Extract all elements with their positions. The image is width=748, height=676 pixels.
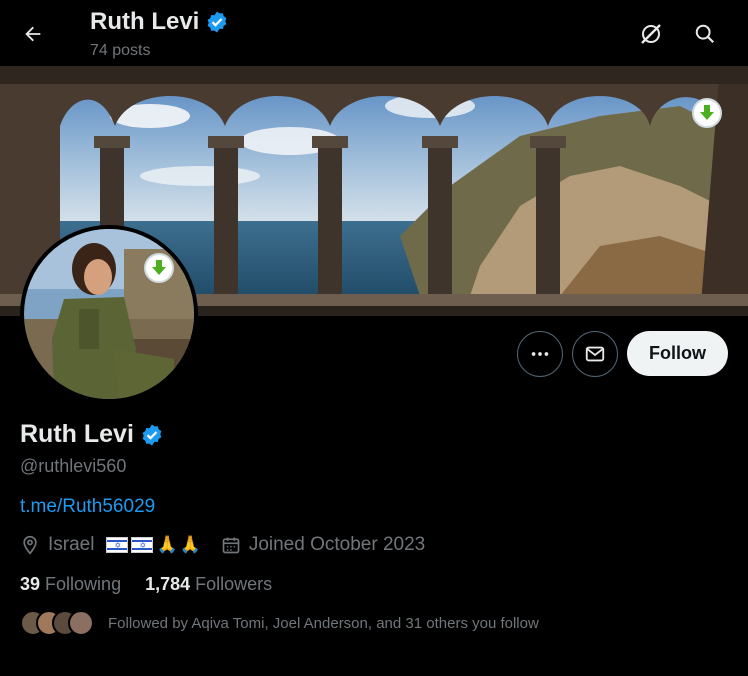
message-button[interactable] bbox=[572, 331, 618, 377]
grok-icon bbox=[641, 24, 661, 44]
search-icon bbox=[695, 24, 715, 44]
more-button[interactable] bbox=[517, 331, 563, 377]
location-item: Israel ✡ ✡ 🙏 🙏 bbox=[20, 534, 203, 556]
followed-by-text: Followed by Aqiva Tomi, Joel Anderson, a… bbox=[108, 614, 539, 632]
followers-link[interactable]: 1,784 Followers bbox=[145, 574, 272, 595]
profile-link[interactable]: t.me/Ruth56029 bbox=[20, 496, 155, 518]
header-post-count: 74 posts bbox=[90, 42, 151, 59]
avatar-image bbox=[24, 229, 194, 399]
avatar-download-button[interactable] bbox=[144, 253, 174, 283]
location-emoji: ✡ ✡ 🙏 🙏 bbox=[106, 535, 202, 555]
profile-avatar[interactable] bbox=[20, 225, 198, 403]
grok-button[interactable] bbox=[632, 15, 670, 53]
location-text: Israel bbox=[48, 534, 95, 555]
download-icon bbox=[700, 105, 714, 120]
header-name: Ruth Levi bbox=[90, 8, 200, 35]
followers-count: 1,784 bbox=[145, 574, 191, 594]
profile-header: Ruth Levi 74 posts bbox=[0, 0, 748, 66]
profile-name: Ruth Levi bbox=[20, 420, 164, 449]
follow-stats: 39 Following 1,784 Followers bbox=[20, 574, 272, 595]
banner-download-button[interactable] bbox=[692, 98, 722, 128]
avatar bbox=[68, 610, 94, 636]
israel-flag-icon: ✡ bbox=[131, 537, 154, 553]
joined-text: Joined October 2023 bbox=[248, 534, 426, 555]
profile-handle: @ruthlevi560 bbox=[20, 456, 127, 476]
follow-button[interactable]: Follow bbox=[627, 331, 728, 376]
verified-badge-icon[interactable] bbox=[140, 423, 164, 447]
following-label: Following bbox=[45, 574, 122, 594]
back-button[interactable] bbox=[14, 15, 52, 53]
following-link[interactable]: 39 Following bbox=[20, 574, 121, 595]
download-icon bbox=[152, 260, 166, 275]
israel-flag-icon: ✡ bbox=[106, 537, 129, 553]
folded-hands-icon: 🙏 bbox=[179, 535, 201, 554]
verified-badge-icon bbox=[207, 11, 227, 33]
mail-icon bbox=[585, 346, 605, 362]
search-button[interactable] bbox=[686, 15, 724, 53]
joined-item: Joined October 2023 bbox=[221, 534, 425, 556]
folded-hands-icon: 🙏 bbox=[156, 535, 178, 554]
display-name: Ruth Levi bbox=[20, 420, 134, 448]
calendar-icon bbox=[222, 537, 240, 554]
more-icon bbox=[531, 352, 549, 356]
profile-meta: Israel ✡ ✡ 🙏 🙏 Joined October 2023 bbox=[20, 534, 443, 556]
location-pin-icon bbox=[23, 535, 37, 555]
followers-label: Followers bbox=[195, 574, 273, 594]
followed-by[interactable]: Followed by Aqiva Tomi, Joel Anderson, a… bbox=[20, 610, 539, 636]
header-title: Ruth Levi bbox=[90, 8, 229, 36]
following-count: 39 bbox=[20, 574, 41, 594]
arrow-left-icon bbox=[25, 26, 41, 42]
